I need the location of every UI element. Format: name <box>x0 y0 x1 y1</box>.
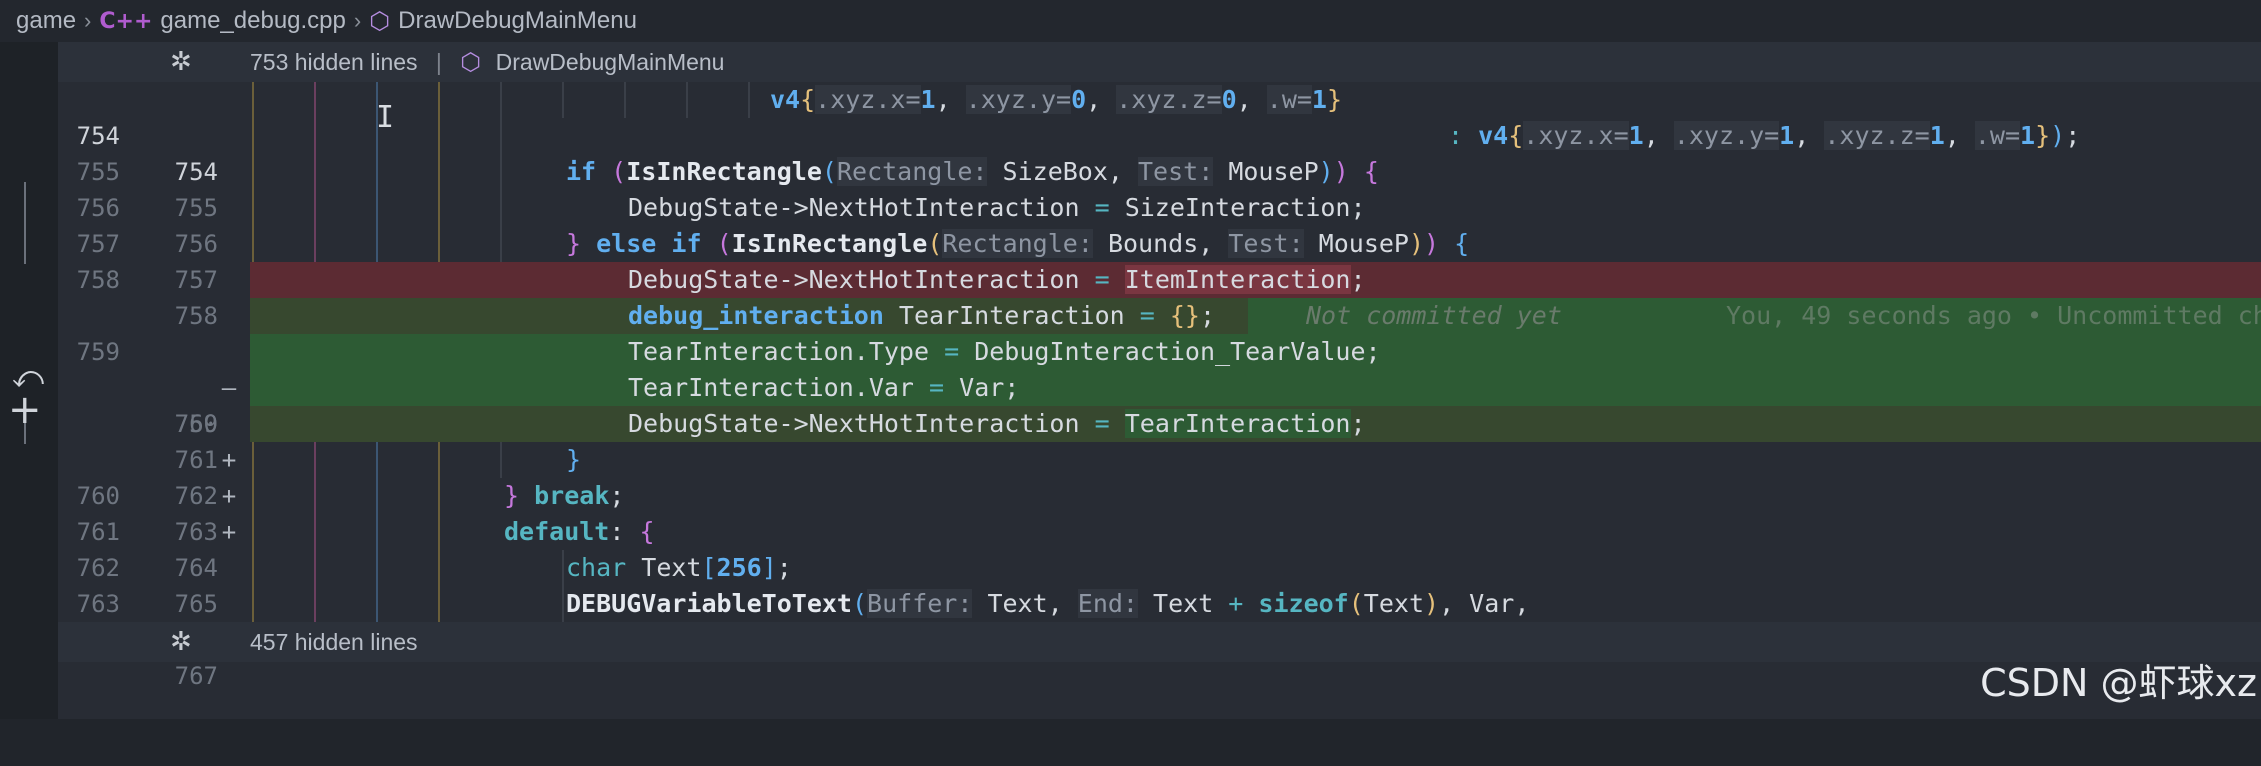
added-code-line[interactable]: 762 + DebugState->NextHotInteraction = T… <box>58 406 2261 546</box>
code-line[interactable]: 758 758 } else if (IsInRectangle(Rectang… <box>58 226 2261 330</box>
expand-lines-icon[interactable]: ✲ <box>170 47 192 77</box>
watermark: CSDN @虾球xz <box>1980 661 2257 705</box>
diff-code-area-lower[interactable]: 760 763 } 761 764 } break; 762 765 defau… <box>58 442 2261 690</box>
code-line[interactable]: 757 757 DebugState->NextHotInteraction =… <box>58 190 2261 294</box>
code-editor[interactable]: ✲ 753 hidden lines | ⬡ DrawDebugMainMenu… <box>58 42 2261 719</box>
text-cursor-icon: I <box>376 100 395 135</box>
code-line[interactable]: 763 766 char Text[256]; <box>58 550 2261 654</box>
code-line[interactable]: 760 763 } <box>58 442 2261 546</box>
breadcrumb-file[interactable]: game_debug.cpp <box>160 7 345 35</box>
code-line[interactable]: 764 767 DEBUGVariableToText(Buffer: Text… <box>58 586 2261 690</box>
expand-lines-icon[interactable]: ✲ <box>170 627 192 657</box>
breadcrumb-folder[interactable]: game <box>16 7 76 35</box>
hidden-lines-bottom[interactable]: ✲ 457 hidden lines <box>58 622 2261 662</box>
mod-line-number: 767 <box>174 662 218 690</box>
diff-gutter-toolbar: ⤺ + <box>0 42 58 719</box>
diff-code-area[interactable]: 754 754 v4{.xyz.x=1, .xyz.y=0, .xyz.z=0,… <box>58 82 2261 546</box>
added-code-line[interactable]: 760 + TearInteraction.Type = DebugIntera… <box>58 334 2261 474</box>
stage-change-icon[interactable]: + <box>8 390 42 430</box>
code-line[interactable]: 762 765 default: { <box>58 514 2261 618</box>
added-code-line[interactable]: 759 + debug_interaction TearInteraction … <box>58 298 2261 474</box>
method-cube-icon: ⬡ <box>369 7 391 35</box>
breadcrumb-symbol[interactable]: DrawDebugMainMenu <box>398 7 637 35</box>
cpp-file-icon: C++ <box>99 8 153 34</box>
inline-blame-detail: You, 49 seconds ago • Uncommitted char <box>1726 301 2261 330</box>
hidden-lines-count: 753 hidden lines <box>250 49 418 75</box>
code-line[interactable]: 756 756 if (IsInRectangle(Rectangle: Siz… <box>58 154 2261 258</box>
deleted-code-line[interactable]: 759 — DebugState->NextHotInteraction = I… <box>58 262 2261 402</box>
hidden-lines-symbol: DrawDebugMainMenu <box>495 49 725 75</box>
chevron-right-icon: › <box>84 8 92 33</box>
toolbar-divider <box>24 182 26 264</box>
added-code-line[interactable]: 761 + TearInteraction.Var = Var; <box>58 370 2261 510</box>
hidden-lines-top[interactable]: ✲ 753 hidden lines | ⬡ DrawDebugMainMenu <box>58 42 2261 82</box>
chevron-right-icon: › <box>353 8 362 33</box>
code-line[interactable]: 761 764 } break; <box>58 478 2261 582</box>
hidden-lines-count: 457 hidden lines <box>250 628 418 655</box>
method-cube-icon: ⬡ <box>460 48 482 76</box>
inline-blame: Not committed yet <box>1306 301 1562 330</box>
breadcrumb: game › C++ game_debug.cpp › ⬡ DrawDebugM… <box>0 0 2261 42</box>
